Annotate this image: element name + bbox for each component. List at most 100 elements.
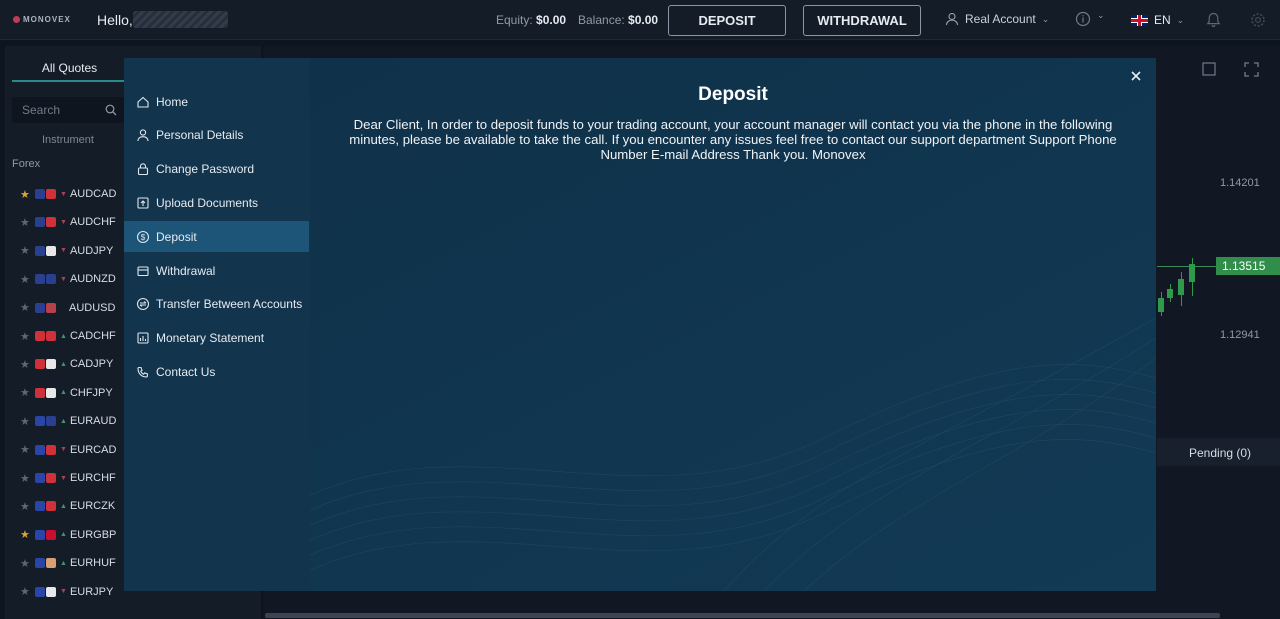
menu-item-home[interactable]: Home xyxy=(124,86,309,117)
menu-item-upload-documents[interactable]: Upload Documents xyxy=(124,187,309,218)
current-price-tag: 1.13515 xyxy=(1216,257,1280,275)
quote-row[interactable]: ★ ▼ AUDCAD xyxy=(20,184,130,204)
arrow-up-icon: ▲ xyxy=(60,332,67,340)
chevron-down-icon: ⌄ xyxy=(1176,14,1185,25)
quote-row[interactable]: ★ ▼ EURJPY xyxy=(20,582,130,602)
star-icon[interactable]: ★ xyxy=(20,273,32,286)
bell-icon[interactable] xyxy=(1206,12,1221,28)
quote-symbol: CHFJPY xyxy=(69,386,113,399)
star-icon[interactable]: ★ xyxy=(20,216,32,229)
arrow-down-icon: ▼ xyxy=(60,446,67,454)
phone-icon xyxy=(136,365,150,379)
quote-symbol: AUDCAD xyxy=(69,188,117,200)
flag-icon xyxy=(35,217,45,228)
quote-row[interactable]: ★ ▲ CADCHF xyxy=(20,326,130,346)
fullscreen-icon[interactable] xyxy=(1244,62,1259,77)
flag-icon xyxy=(46,217,56,228)
modal-title: Deposit xyxy=(698,84,768,105)
currency-flags-icon xyxy=(35,359,57,370)
menu-item-monetary-statement[interactable]: Monetary Statement xyxy=(124,323,309,354)
deposit-button[interactable]: DEPOSIT xyxy=(668,5,786,36)
balance-label: Balance: xyxy=(578,13,625,27)
arrow-up-icon: ▲ xyxy=(60,559,67,567)
menu-item-personal-details[interactable]: Personal Details xyxy=(124,120,309,151)
quote-row[interactable]: ★ ▲ EURHUF xyxy=(20,553,130,573)
star-icon[interactable]: ★ xyxy=(20,330,32,343)
flag-icon xyxy=(35,189,45,199)
menu-item-contact-us[interactable]: Contact Us xyxy=(124,356,309,387)
menu-item-withdrawal[interactable]: Withdrawal xyxy=(124,255,309,286)
star-icon[interactable]: ★ xyxy=(20,557,32,570)
menu-item-label: Personal Details xyxy=(156,128,244,143)
quote-row[interactable]: ★ ▼ EURCAD xyxy=(20,440,130,460)
logo[interactable]: MONOVEX xyxy=(13,15,71,24)
star-icon[interactable]: ★ xyxy=(20,472,32,485)
star-icon[interactable]: ★ xyxy=(20,358,32,371)
menu-item-label: Withdrawal xyxy=(156,263,216,278)
flag-icon xyxy=(35,245,45,256)
menu-item-label: Change Password xyxy=(156,162,255,177)
tab-all-quotes[interactable]: All Quotes xyxy=(12,58,127,82)
arrow-down-icon: ▼ xyxy=(60,247,67,255)
arrow-up-icon: ▲ xyxy=(60,417,67,425)
star-icon[interactable]: ★ xyxy=(20,386,32,399)
arrow-down-icon: ▼ xyxy=(60,218,67,226)
wallet-icon xyxy=(136,264,150,278)
account-selector[interactable]: Real Account ⌄ xyxy=(945,12,1049,26)
quote-row[interactable]: ★ AUDUSD xyxy=(20,298,130,318)
quote-row[interactable]: ★ ▲ CHFJPY xyxy=(20,383,130,403)
menu-item-deposit[interactable]: $ Deposit xyxy=(124,221,309,253)
quote-row[interactable]: ★ ▲ EURCZK xyxy=(20,496,130,516)
account-menu: Home Personal Details Change Password Uploa… xyxy=(124,58,310,591)
equity-value: $0.00 xyxy=(536,13,567,27)
flag-icon xyxy=(46,245,56,256)
star-icon[interactable]: ★ xyxy=(20,443,32,456)
language-selector[interactable]: EN ⌄ xyxy=(1131,13,1184,27)
quote-symbol: EURCHF xyxy=(69,472,116,484)
balance-value: $0.00 xyxy=(628,13,659,27)
balance-display: Balance: $0.00 xyxy=(578,13,658,27)
user-icon xyxy=(945,12,959,26)
gear-icon[interactable] xyxy=(1250,12,1266,28)
star-icon[interactable]: ★ xyxy=(20,528,32,541)
menu-item-change-password[interactable]: Change Password xyxy=(124,154,309,185)
flag-icon xyxy=(46,473,56,483)
quote-row[interactable]: ★ ▼ AUDNZD xyxy=(20,269,130,289)
withdrawal-button[interactable]: WITHDRAWAL xyxy=(803,5,921,36)
quote-row[interactable]: ★ ▼ AUDJPY xyxy=(20,241,130,261)
currency-flags-icon xyxy=(35,586,57,597)
menu-item-label: Transfer Between Accounts xyxy=(156,297,303,312)
star-icon[interactable]: ★ xyxy=(20,585,32,598)
horizontal-scrollbar[interactable] xyxy=(265,613,1220,618)
currency-flags-icon xyxy=(35,501,57,512)
quote-row[interactable]: ★ ▼ AUDCHF xyxy=(20,212,130,232)
modal-message: Dear Client, In order to deposit funds t… xyxy=(349,117,1117,162)
quote-row[interactable]: ★ ▲ CADJPY xyxy=(20,354,130,374)
arrow-down-icon: ▼ xyxy=(60,190,67,198)
flag-icon xyxy=(35,416,45,427)
star-icon[interactable]: ★ xyxy=(20,301,32,314)
star-icon[interactable]: ★ xyxy=(20,500,32,513)
flag-icon xyxy=(46,359,56,370)
quote-row[interactable]: ★ ▲ EURGBP xyxy=(20,525,130,545)
quote-symbol: EURGBP xyxy=(69,528,117,541)
home-icon xyxy=(136,95,150,109)
quote-row[interactable]: ★ ▼ EURCHF xyxy=(20,468,130,488)
upload-icon xyxy=(136,196,150,210)
search-input[interactable]: Search xyxy=(12,97,127,123)
currency-flags-icon xyxy=(35,274,57,285)
svg-text:$: $ xyxy=(141,233,146,242)
info-menu[interactable]: ⌄ xyxy=(1075,10,1105,30)
close-icon[interactable] xyxy=(1128,68,1144,84)
tab-pending[interactable]: Pending (0) xyxy=(1189,446,1251,460)
quote-symbol: CADJPY xyxy=(69,358,114,371)
quote-row[interactable]: ★ ▲ EURAUD xyxy=(20,411,130,431)
star-icon[interactable]: ★ xyxy=(20,244,32,257)
star-icon[interactable]: ★ xyxy=(20,415,32,428)
quote-symbol: EURCZK xyxy=(69,500,116,513)
flag-icon xyxy=(46,274,56,285)
menu-item-transfer-between-accounts[interactable]: Transfer Between Accounts xyxy=(124,289,309,320)
star-icon[interactable]: ★ xyxy=(20,188,32,201)
layout-icon[interactable] xyxy=(1202,62,1216,76)
arrow-up-icon: ▲ xyxy=(60,389,67,397)
